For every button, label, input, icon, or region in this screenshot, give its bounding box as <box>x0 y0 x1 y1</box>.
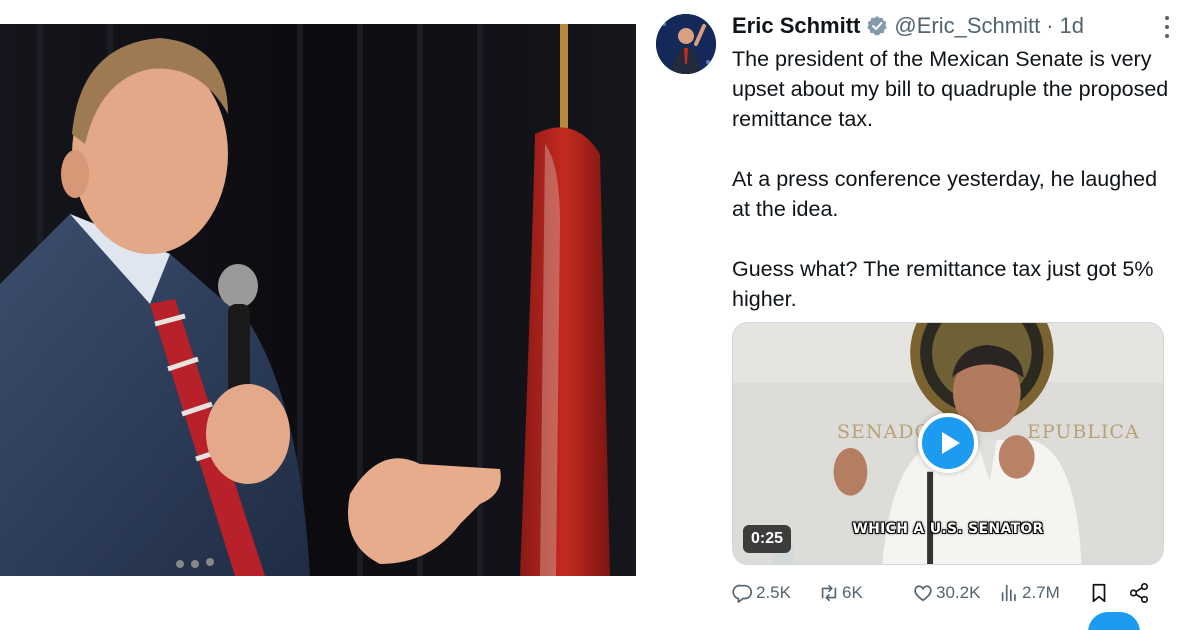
reply-button[interactable]: 2.5K <box>732 578 791 608</box>
background-sign-right: EPUBLICA <box>1027 421 1140 443</box>
like-button[interactable]: 30.2K <box>912 578 980 608</box>
verified-badge-icon <box>866 15 888 37</box>
play-button[interactable] <box>918 413 978 473</box>
tweet-paragraph: At a press conference yesterday, he laug… <box>732 167 1158 221</box>
tweet-paragraph: Guess what? The remittance tax just got … <box>732 257 1154 311</box>
compose-button[interactable] <box>1088 612 1140 630</box>
repost-count: 6K <box>842 583 863 602</box>
views-count: 2.7M <box>1022 583 1060 602</box>
video-duration: 0:25 <box>743 525 792 553</box>
reply-icon <box>732 584 753 603</box>
views-button[interactable]: 2.7M <box>998 578 1060 608</box>
more-options-icon[interactable] <box>1164 16 1170 38</box>
video-caption: WHICH A U.S. SENATOR <box>852 521 1044 537</box>
background-sign-left: SENADO <box>837 421 932 443</box>
timestamp[interactable]: 1d <box>1060 13 1084 39</box>
repost-icon <box>821 584 837 602</box>
display-name[interactable]: Eric Schmitt <box>732 13 860 39</box>
share-button[interactable] <box>1128 578 1152 608</box>
tweet-card: Eric Schmitt @Eric_Schmitt · 1d The pres… <box>640 0 1200 630</box>
like-count: 30.2K <box>936 583 981 602</box>
share-icon <box>1129 583 1149 603</box>
bookmark-icon <box>1092 583 1106 603</box>
repost-button[interactable]: 6K <box>818 578 863 608</box>
video-player[interactable]: SENADO EPUBLICA WHICH A U.S. SENATOR 0:2… <box>732 322 1164 565</box>
action-bar: 2.5K 6K 30.2K 2.7M <box>732 578 1172 608</box>
tweet-paragraph: The president of the Mexican Senate is v… <box>732 47 1169 131</box>
like-icon <box>914 585 932 602</box>
play-icon <box>942 432 960 454</box>
avatar[interactable] <box>656 14 716 74</box>
views-icon <box>1001 584 1016 602</box>
tweet-header: Eric Schmitt @Eric_Schmitt · 1d <box>732 10 1084 42</box>
separator-dot: · <box>1046 13 1054 38</box>
bookmark-button[interactable] <box>1088 578 1112 608</box>
user-handle[interactable]: @Eric_Schmitt <box>894 13 1040 39</box>
tweet-text: The president of the Mexican Senate is v… <box>732 44 1172 314</box>
reply-count: 2.5K <box>756 583 791 602</box>
speaker-photo <box>0 24 636 576</box>
